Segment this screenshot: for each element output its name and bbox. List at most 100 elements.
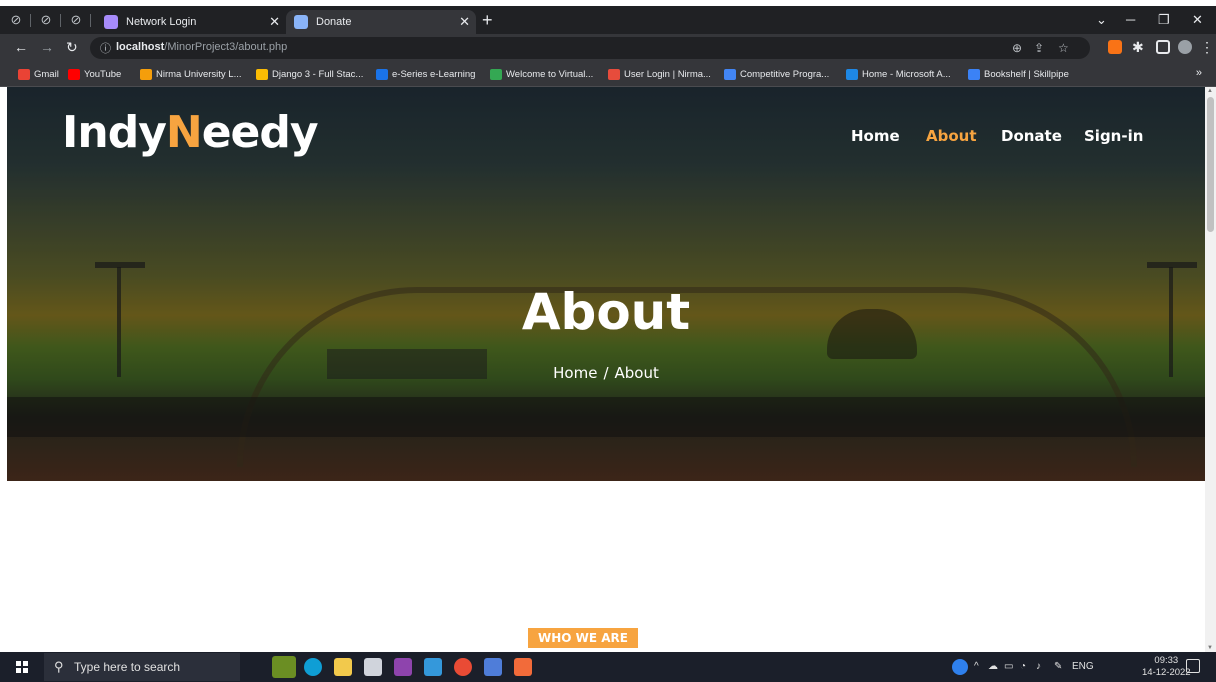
cc-icon [724, 69, 736, 80]
bookmark-e-series[interactable]: e-Series e-Learning [376, 67, 475, 82]
reload-icon[interactable]: ↻ [66, 39, 78, 56]
volume-icon[interactable]: ♪ [1036, 661, 1041, 672]
page-viewport: IndyNeedy Home About Donate Sign-in Abou… [0, 87, 1216, 652]
side-panel-icon[interactable] [1156, 40, 1170, 54]
scroll-up-icon[interactable]: ▲ [1207, 88, 1213, 94]
chrome-profile-icon[interactable] [484, 658, 502, 676]
nav-home-link[interactable]: Home [851, 127, 900, 145]
minimize-icon[interactable]: ─ [1126, 12, 1135, 27]
azure-icon [846, 69, 858, 80]
bookmark-virtual[interactable]: Welcome to Virtual... [490, 67, 593, 82]
bookmark-gmail[interactable]: Gmail [18, 67, 59, 82]
bookmark-skillpipe[interactable]: Bookshelf | Skillpipe [968, 67, 1069, 82]
store-icon[interactable] [364, 658, 382, 676]
wifi-icon[interactable]: ◔ [1020, 661, 1026, 672]
metamask-extension-icon[interactable] [1108, 40, 1122, 54]
logo-accent-letter: N [165, 107, 203, 158]
bookmark-star-icon[interactable]: ☆ [1058, 41, 1069, 55]
edge-icon[interactable] [304, 658, 322, 676]
windows-taskbar: ⚲ Type here to search ^ ☁ ▭ ◔ ♪ ✎ ENG 09… [0, 652, 1216, 682]
bookmark-label: Bookshelf | Skillpipe [984, 69, 1069, 80]
site-logo[interactable]: IndyNeedy [62, 107, 319, 158]
pen-icon[interactable]: ✎ [1054, 661, 1062, 672]
logo-text: eedy [201, 107, 319, 158]
notifications-icon[interactable] [1186, 659, 1200, 673]
tab-label: Network Login [126, 16, 197, 28]
back-icon[interactable]: ← [14, 39, 28, 55]
battery-icon[interactable]: ▭ [1004, 661, 1013, 672]
bookmark-microsoft[interactable]: Home - Microsoft A... [846, 67, 951, 82]
tab-donate[interactable]: Donate ✕ [286, 10, 476, 34]
bookmark-youtube[interactable]: YouTube [68, 67, 121, 82]
scroll-down-icon[interactable]: ▼ [1207, 645, 1213, 651]
tab-network-login[interactable]: Network Login ✕ [96, 10, 286, 34]
bookmark-label: Nirma University L... [156, 69, 242, 80]
extensions-puzzle-icon[interactable]: ✱ [1132, 39, 1144, 56]
app-icon[interactable] [424, 658, 442, 676]
clock-time: 09:33 [1154, 655, 1179, 666]
hero-banner: IndyNeedy Home About Donate Sign-in Abou… [7, 87, 1205, 481]
tab-label: Donate [316, 16, 352, 28]
language-indicator[interactable]: ENG [1072, 661, 1094, 672]
bookmark-user-login[interactable]: User Login | Nirma... [608, 67, 711, 82]
address-bar[interactable]: ⓘ localhost/MinorProject3/about.php ⊕ ⇪ … [90, 37, 1090, 59]
page-scrollbar[interactable]: ▲ ▼ [1205, 87, 1216, 652]
taskbar-search-box[interactable]: ⚲ Type here to search [44, 653, 240, 681]
youtube-icon [68, 69, 80, 80]
browser-tab-bar: ⊘ ⊘ ⊘ Network Login ✕ Donate ✕ + ⌄ ─ ❐ ✕ [0, 6, 1216, 34]
nirma-icon [140, 69, 152, 80]
bookmark-competitive-programming[interactable]: Competitive Progra... [724, 67, 829, 82]
nav-sign-in-link[interactable]: Sign-in [1084, 127, 1143, 145]
breadcrumb-home-link[interactable]: Home [553, 364, 597, 382]
page-title: About [521, 283, 691, 341]
chrome-icon[interactable] [454, 658, 472, 676]
google-drive-icon [256, 69, 268, 80]
windows-start-icon[interactable] [16, 661, 28, 673]
nav-donate-link[interactable]: Donate [1001, 127, 1062, 145]
profile-avatar[interactable] [1178, 40, 1192, 54]
tray-chevron-icon[interactable]: ^ [974, 661, 979, 672]
url-host: localhost [116, 41, 165, 53]
file-explorer-icon[interactable] [334, 658, 352, 676]
window-close-icon[interactable]: ✕ [1192, 12, 1203, 28]
clock-date: 14-12-2022 [1142, 667, 1191, 678]
pinned-tab-icon[interactable]: ⊘ [38, 12, 54, 28]
help-icon[interactable] [952, 659, 968, 675]
breadcrumb-current: About [614, 364, 659, 382]
donate-favicon-icon [294, 15, 308, 29]
e-series-icon [376, 69, 388, 80]
xampp-icon[interactable] [514, 658, 532, 676]
bookmark-label: Competitive Progra... [740, 69, 830, 80]
zoom-icon[interactable]: ⊕ [1012, 41, 1022, 55]
bookmark-label: Welcome to Virtual... [506, 69, 594, 80]
close-tab-icon[interactable]: ✕ [459, 10, 470, 34]
bookmark-label: Gmail [34, 69, 59, 80]
section-badge: WHO WE ARE [528, 628, 638, 648]
tab-search-chevron-icon[interactable]: ⌄ [1096, 12, 1107, 28]
url-text: localhost/MinorProject3/about.php [116, 41, 287, 53]
menu-kebab-icon[interactable]: ⋮ [1200, 39, 1214, 56]
nav-about-link[interactable]: About [926, 127, 977, 145]
restore-icon[interactable]: ❐ [1158, 12, 1170, 28]
breadcrumb: Home / About [7, 364, 1205, 382]
forward-icon[interactable]: → [40, 39, 54, 55]
close-tab-icon[interactable]: ✕ [269, 10, 280, 34]
site-info-icon[interactable]: ⓘ [100, 40, 111, 56]
new-tab-icon[interactable]: + [482, 11, 493, 29]
more-bookmarks-icon[interactable]: » [1196, 67, 1202, 79]
bookmark-django[interactable]: Django 3 - Full Stac... [256, 67, 363, 82]
bookmark-nirma-university[interactable]: Nirma University L... [140, 67, 242, 82]
scrollbar-thumb[interactable] [1207, 97, 1214, 232]
bamboo-widget-icon[interactable] [272, 656, 296, 678]
cloud-icon[interactable]: ☁ [988, 661, 998, 672]
bookmarks-bar: Gmail YouTube Nirma University L... Djan… [0, 62, 1216, 87]
visual-studio-icon[interactable] [394, 658, 412, 676]
user-login-icon [608, 69, 620, 80]
taskbar-clock[interactable]: 09:33 14-12-2022 [1142, 655, 1191, 679]
profile-icon[interactable]: ⊘ [8, 12, 24, 28]
bookmark-label: Django 3 - Full Stac... [272, 69, 364, 80]
share-icon[interactable]: ⇪ [1034, 41, 1044, 55]
logo-text: Indy [62, 107, 167, 158]
search-icon: ⚲ [54, 659, 64, 674]
pinned-tab-icon[interactable]: ⊘ [68, 12, 84, 28]
